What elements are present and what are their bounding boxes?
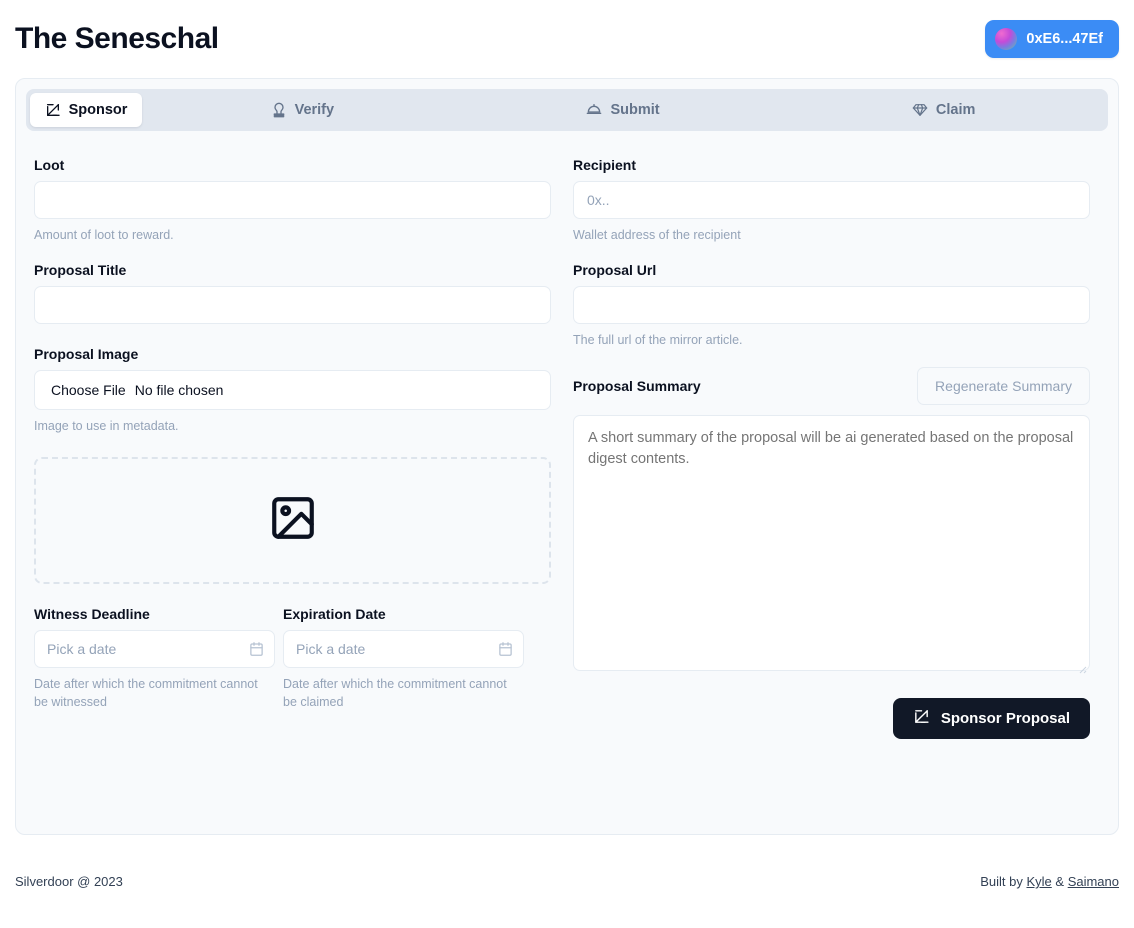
- proposal-summary-header: Proposal Summary Regenerate Summary: [573, 367, 1090, 406]
- witness-deadline-label: Witness Deadline: [34, 606, 150, 623]
- sponsor-form: Loot Amount of loot to reward. Proposal …: [16, 131, 1118, 740]
- app-root: The Seneschal 0xE6...47Ef Sponsor Verify…: [0, 0, 1134, 928]
- proposal-summary-textarea[interactable]: [573, 415, 1090, 672]
- wallet-avatar: [995, 28, 1018, 50]
- field-expiration-date: Expiration Date Pick a date Date after w…: [283, 606, 524, 711]
- gem-icon: [912, 102, 928, 118]
- proposal-image-label: Proposal Image: [34, 346, 139, 363]
- tab-claim-label: Claim: [935, 102, 976, 118]
- recipient-input[interactable]: [573, 181, 1090, 219]
- witness-deadline-hint: Date after which the commitment cannot b…: [34, 677, 258, 710]
- witness-deadline-placeholder: Pick a date: [47, 641, 117, 658]
- footer-credits: Built by Kyle & Saimano: [980, 874, 1119, 889]
- loot-hint: Amount of loot to reward.: [34, 228, 174, 242]
- tab-submit[interactable]: Submit: [463, 93, 784, 127]
- proposal-title-label: Proposal Title: [34, 262, 127, 279]
- file-status-label: No file chosen: [134, 382, 224, 399]
- expiration-date-datepicker[interactable]: Pick a date: [283, 630, 524, 669]
- loot-input[interactable]: [34, 181, 551, 219]
- calendar-icon: [498, 642, 513, 657]
- footer-copyright: Silverdoor @ 2023: [15, 874, 123, 889]
- built-by-prefix: Built by: [980, 874, 1027, 889]
- recipient-hint: Wallet address of the recipient: [573, 228, 741, 242]
- proposal-title-input[interactable]: [34, 286, 551, 325]
- footer-link-kyle[interactable]: Kyle: [1026, 874, 1051, 889]
- proposal-url-input[interactable]: [573, 286, 1090, 325]
- field-loot: Loot Amount of loot to reward.: [34, 157, 551, 244]
- footer-separator: &: [1051, 874, 1068, 889]
- field-witness-deadline: Witness Deadline Pick a date Date after …: [34, 606, 275, 711]
- tab-bar: Sponsor Verify Submit Claim: [26, 89, 1108, 131]
- footer-link-saimano[interactable]: Saimano: [1068, 874, 1119, 889]
- sponsor-proposal-label: Sponsor Proposal: [940, 710, 1070, 728]
- submit-row: Sponsor Proposal: [573, 698, 1090, 740]
- field-proposal-title: Proposal Title: [34, 262, 551, 325]
- tab-sponsor-label: Sponsor: [68, 102, 128, 118]
- tab-submit-label: Submit: [610, 102, 660, 118]
- bell-dome-icon: [586, 102, 602, 118]
- field-proposal-url: Proposal Url The full url of the mirror …: [573, 262, 1090, 349]
- witness-deadline-datepicker[interactable]: Pick a date: [34, 630, 275, 669]
- stamp-icon: [271, 102, 287, 118]
- date-row: Witness Deadline Pick a date Date after …: [34, 606, 551, 711]
- wallet-address-label: 0xE6...47Ef: [1026, 31, 1103, 47]
- tab-verify[interactable]: Verify: [142, 93, 463, 127]
- expiration-date-placeholder: Pick a date: [296, 641, 366, 658]
- image-placeholder-icon: [268, 493, 318, 548]
- calendar-icon: [249, 642, 264, 657]
- expiration-date-hint: Date after which the commitment cannot b…: [283, 677, 507, 710]
- choose-file-button[interactable]: Choose File: [51, 382, 126, 398]
- tab-verify-label: Verify: [294, 102, 335, 118]
- proposal-url-label: Proposal Url: [573, 262, 657, 279]
- proposal-url-hint: The full url of the mirror article.: [573, 333, 743, 348]
- form-left-column: Loot Amount of loot to reward. Proposal …: [34, 157, 551, 739]
- square-pen-icon: [913, 708, 930, 729]
- form-right-column: Recipient Wallet address of the recipien…: [573, 157, 1090, 740]
- field-proposal-image: Proposal Image Choose File No file chose…: [34, 346, 551, 435]
- wallet-connect-button[interactable]: 0xE6...47Ef: [985, 20, 1119, 58]
- page-title: The Seneschal: [15, 22, 219, 55]
- image-dropzone[interactable]: [34, 457, 551, 585]
- proposal-summary-label: Proposal Summary: [573, 378, 701, 395]
- square-pen-icon: [45, 102, 61, 118]
- tab-claim[interactable]: Claim: [783, 93, 1104, 127]
- field-recipient: Recipient Wallet address of the recipien…: [573, 157, 1090, 244]
- proposal-image-file-input[interactable]: Choose File No file chosen: [34, 370, 551, 411]
- recipient-label: Recipient: [573, 157, 637, 173]
- app-footer: Silverdoor @ 2023 Built by Kyle & Saiman…: [15, 835, 1119, 928]
- app-header: The Seneschal 0xE6...47Ef: [15, 0, 1119, 78]
- tab-sponsor[interactable]: Sponsor: [30, 93, 142, 127]
- proposal-summary-wrapper: [573, 415, 1090, 676]
- main-card: Sponsor Verify Submit Claim Loot Amount …: [15, 78, 1119, 835]
- expiration-date-label: Expiration Date: [283, 606, 386, 623]
- loot-label: Loot: [34, 157, 65, 173]
- sponsor-proposal-button[interactable]: Sponsor Proposal: [892, 698, 1090, 740]
- regenerate-summary-button[interactable]: Regenerate Summary: [917, 367, 1090, 406]
- proposal-image-hint: Image to use in metadata.: [34, 419, 179, 434]
